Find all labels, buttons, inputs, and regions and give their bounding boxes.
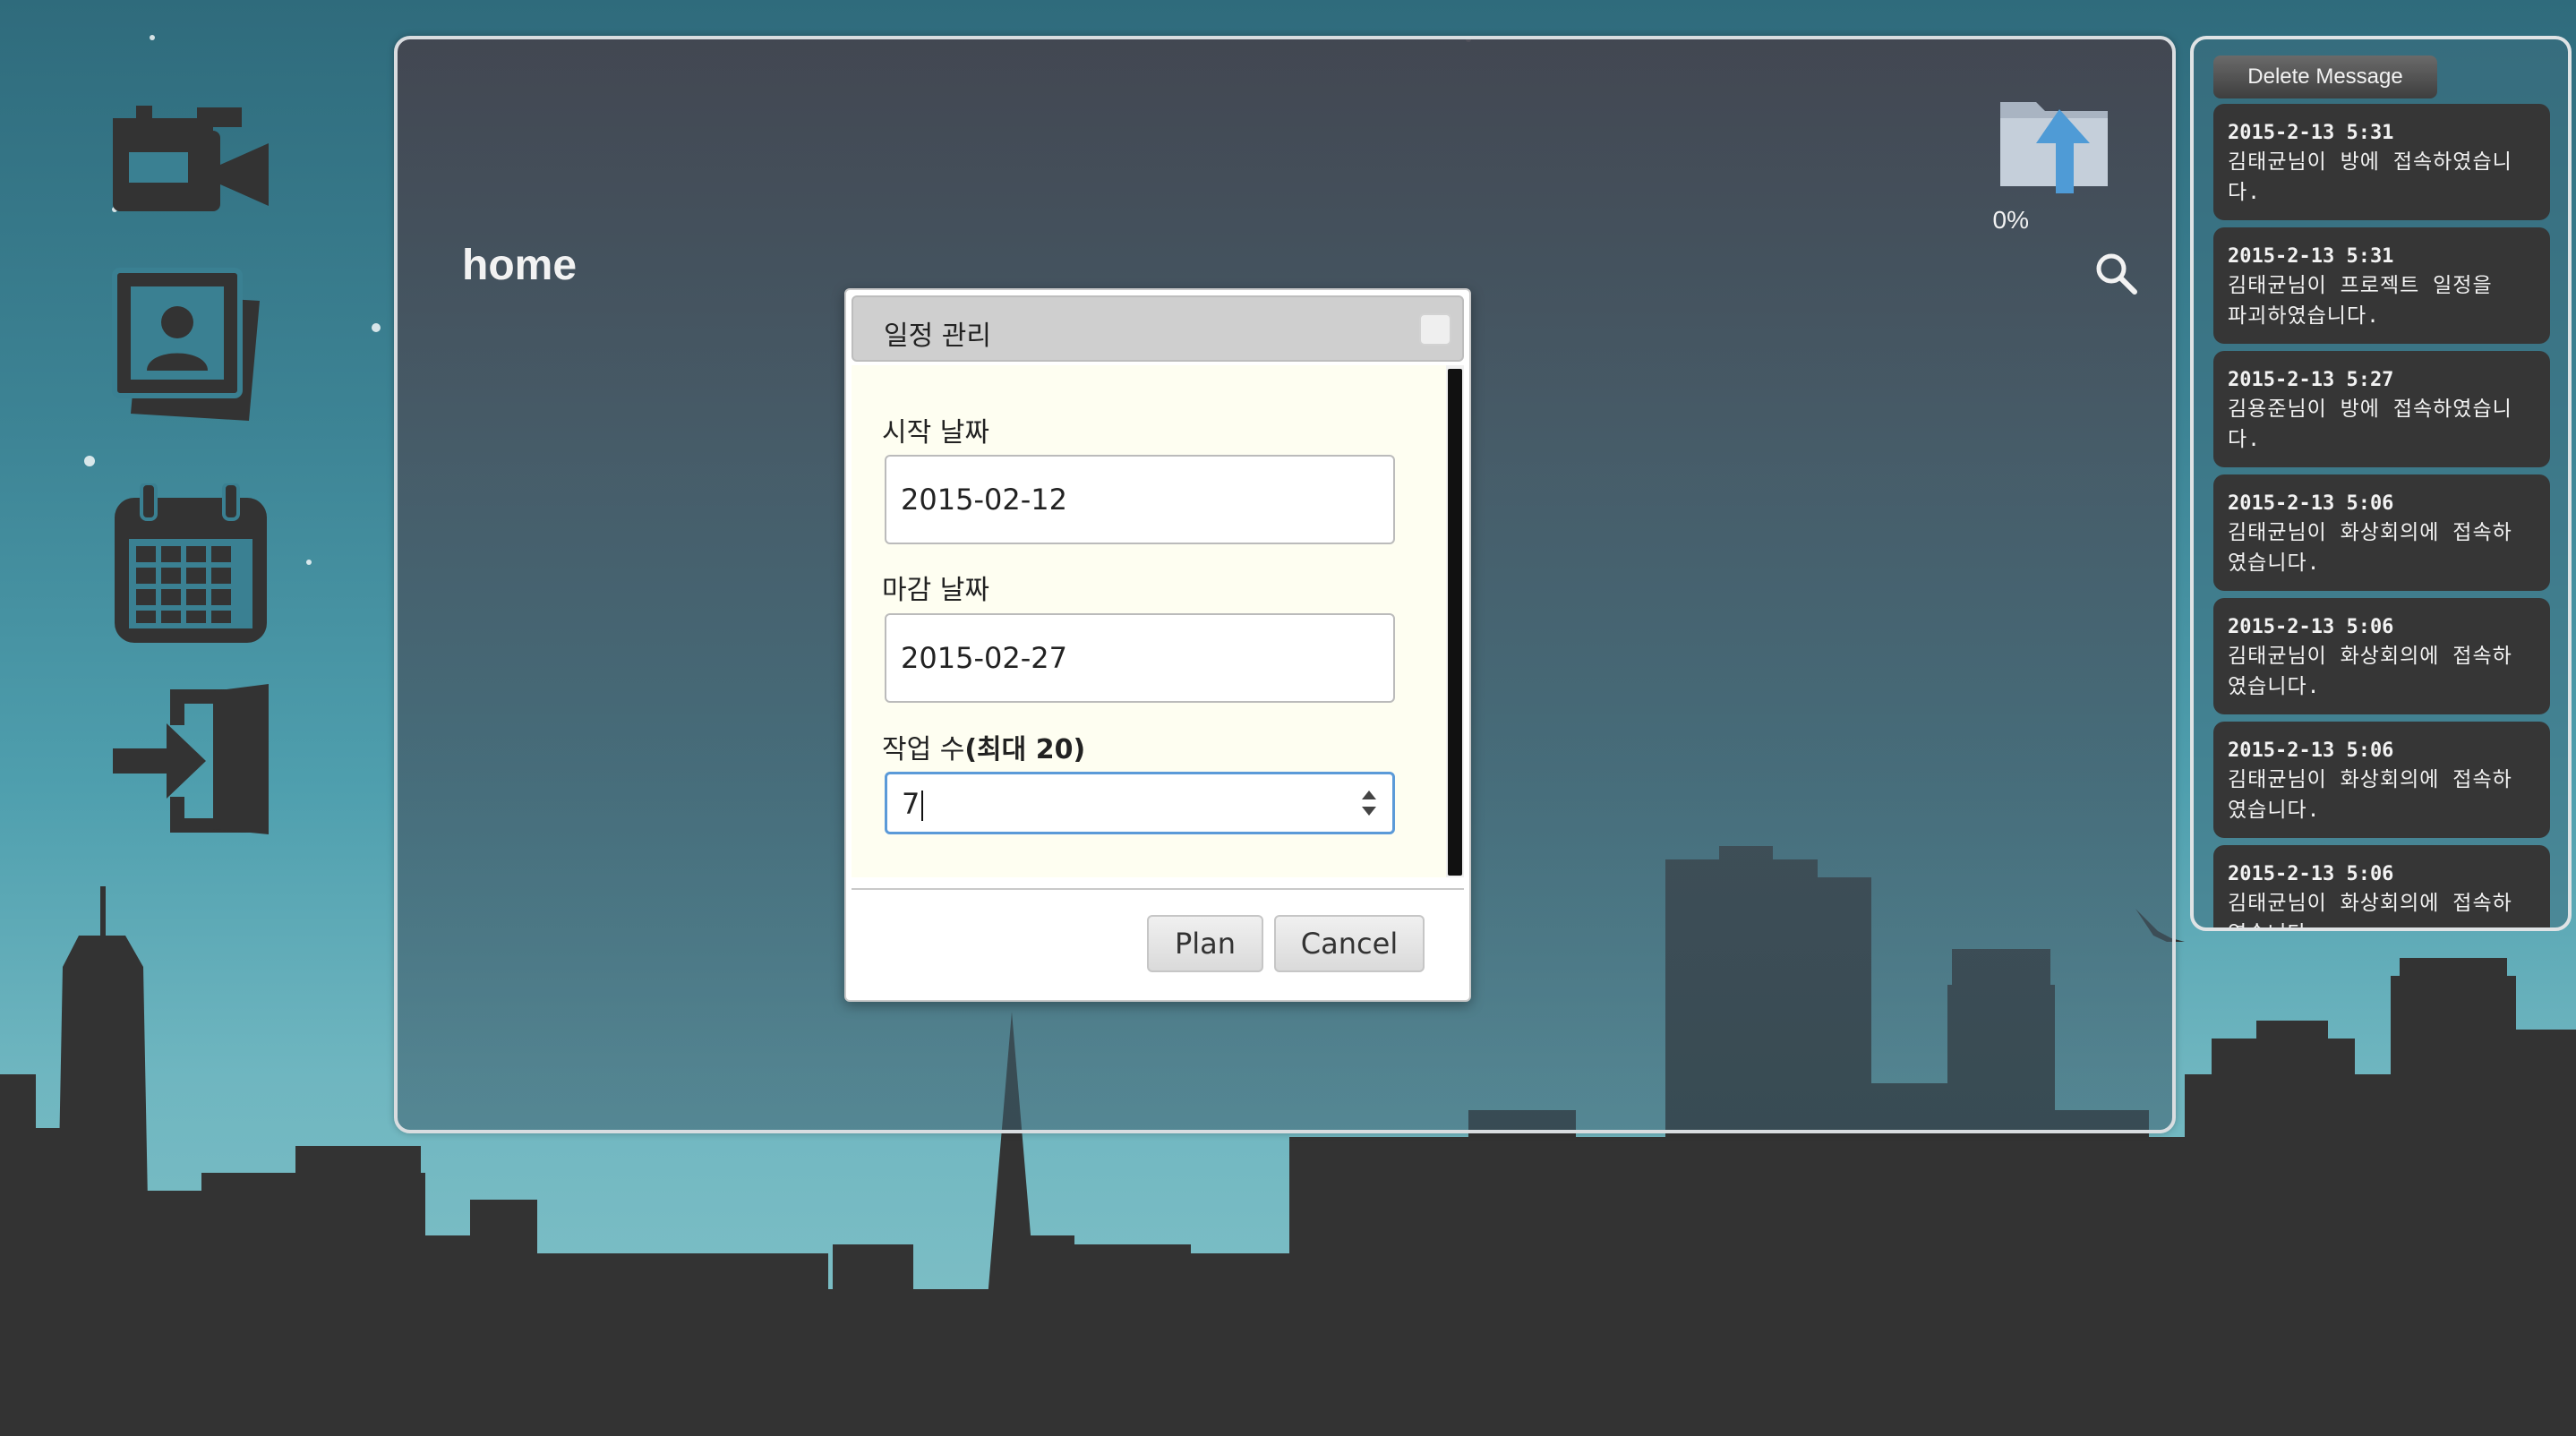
start-date-input[interactable]: 2015-02-12 xyxy=(885,455,1395,544)
message-text-line2: 였습니다. xyxy=(2228,551,2321,575)
message-text-line1: 김태균님이 화상회의에 접속하 xyxy=(2228,892,2512,915)
message-text-line1: 김용준님이 방에 접속하였습니 xyxy=(2228,397,2512,421)
message-text-line2: 다. xyxy=(2228,181,2262,204)
task-count-label-max: (최대 20) xyxy=(964,734,1086,765)
search-button[interactable] xyxy=(2093,251,2140,297)
message-text-line2: 였습니다. xyxy=(2228,799,2321,822)
number-spinner-icon[interactable] xyxy=(1358,787,1380,819)
end-date-input[interactable]: 2015-02-27 xyxy=(885,613,1395,703)
video-camera-icon xyxy=(113,106,269,211)
schedule-button[interactable] xyxy=(106,482,276,645)
dialog-title: 일정 관리 xyxy=(884,321,991,352)
video-call-button[interactable] xyxy=(106,93,276,254)
message-time: 2015-2-13 5:06 xyxy=(2228,863,2394,885)
message-item[interactable]: 2015-2-13 5:06 김태균님이 화상회의에 접속하 였습니다. xyxy=(2213,474,2550,591)
message-text-line2: 였습니다. xyxy=(2228,919,2537,927)
message-time: 2015-2-13 5:27 xyxy=(2228,369,2394,391)
calendar-icon xyxy=(115,482,267,643)
upload-progress: 0% xyxy=(1992,206,2029,234)
message-time: 2015-2-13 5:06 xyxy=(2228,739,2394,762)
cancel-button[interactable]: Cancel xyxy=(1274,915,1425,972)
message-item[interactable]: 2015-2-13 5:06 김태균님이 화상회의에 접속하 였습니다. xyxy=(2213,722,2550,838)
message-text-line2: 파괴하였습니다. xyxy=(2228,304,2380,328)
dialog-header[interactable]: 일정 관리 xyxy=(852,295,1464,362)
message-text-line1: 김태균님이 방에 접속하였습니 xyxy=(2228,150,2512,174)
message-item[interactable]: 2015-2-13 5:31 김태균님이 프로젝트 일정을 파괴하였습니다. xyxy=(2213,227,2550,344)
message-text-line1: 김태균님이 화상회의에 접속하 xyxy=(2228,521,2512,544)
message-text-line1: 김태균님이 화상회의에 접속하 xyxy=(2228,645,2512,668)
message-text-line1: 김태균님이 프로젝트 일정을 xyxy=(2228,274,2493,297)
schedule-dialog: 일정 관리 시작 날짜 2015-02-12 마감 날짜 2015-02-27 … xyxy=(844,288,1471,1002)
photo-album-icon xyxy=(112,268,260,421)
message-panel: Delete Message 2015-2-13 5:31 김태균님이 방에 접… xyxy=(2190,36,2572,931)
message-text-line1: 김태균님이 화상회의에 접속하 xyxy=(2228,768,2512,791)
album-button[interactable] xyxy=(106,265,276,426)
delete-message-button[interactable]: Delete Message xyxy=(2213,56,2437,98)
message-item[interactable]: 2015-2-13 5:31 김태균님이 방에 접속하였습니 다. xyxy=(2213,104,2550,220)
message-time: 2015-2-13 5:31 xyxy=(2228,245,2394,268)
exit-door-icon xyxy=(113,684,269,834)
folder-upload-icon xyxy=(2000,102,2108,193)
message-time: 2015-2-13 5:31 xyxy=(2228,122,2394,144)
dialog-divider xyxy=(852,888,1464,890)
message-item[interactable]: 2015-2-13 5:27 김용준님이 방에 접속하였습니 다. xyxy=(2213,351,2550,467)
text-caret xyxy=(921,791,924,821)
plan-button[interactable]: Plan xyxy=(1147,915,1263,972)
end-date-label: 마감 날짜 xyxy=(882,575,989,606)
logout-button[interactable] xyxy=(106,684,276,845)
message-list: 2015-2-13 5:31 김태균님이 방에 접속하였습니 다. 2015-2… xyxy=(2213,104,2550,927)
task-count-input[interactable]: 7 xyxy=(885,772,1395,834)
message-item[interactable]: 2015-2-13 5:06 김태균님이 화상회의에 접속하 였습니다. xyxy=(2213,598,2550,714)
dialog-close-button[interactable] xyxy=(1419,313,1451,346)
dialog-scrollbar[interactable] xyxy=(1446,365,1464,877)
scrollbar-thumb[interactable] xyxy=(1448,369,1462,876)
message-time: 2015-2-13 5:06 xyxy=(2228,492,2394,515)
message-time: 2015-2-13 5:06 xyxy=(2228,616,2394,638)
task-count-label-text: 작업 수 xyxy=(882,734,965,765)
task-count-label: 작업 수(최대 20) xyxy=(882,727,1085,766)
message-item[interactable]: 2015-2-13 5:06 김태균님이 화상회의에 접속하 였습니다. xyxy=(2213,845,2550,927)
upload-folder-button[interactable] xyxy=(1997,93,2113,201)
task-count-value: 7 xyxy=(902,787,920,821)
message-text-line2: 였습니다. xyxy=(2228,675,2321,698)
start-date-label: 시작 날짜 xyxy=(882,417,989,449)
page-title: home xyxy=(462,242,578,289)
message-text-line2: 다. xyxy=(2228,428,2262,451)
search-icon xyxy=(2096,253,2137,295)
dialog-body: 시작 날짜 2015-02-12 마감 날짜 2015-02-27 작업 수(최… xyxy=(852,365,1446,877)
